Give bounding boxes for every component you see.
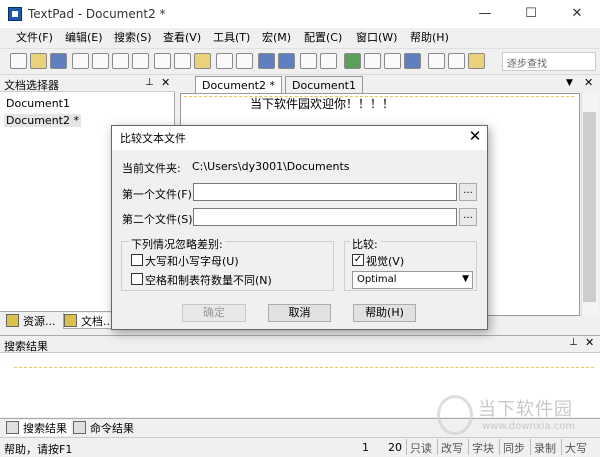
tab-document2[interactable]: Document2 * <box>195 76 282 93</box>
redo-icon[interactable] <box>236 53 253 69</box>
file1-input[interactable] <box>193 183 457 201</box>
pin-results-icon[interactable]: ⊥ <box>569 337 578 348</box>
menu-help[interactable]: 帮助(H) <box>410 30 449 46</box>
word-wrap-icon[interactable] <box>300 53 317 69</box>
menu-view[interactable]: 查看(V) <box>163 30 201 46</box>
print-preview-icon[interactable] <box>112 53 129 69</box>
document-item-1[interactable]: Document1 <box>6 97 70 110</box>
menu-file[interactable]: 文件(F) <box>16 30 53 46</box>
menu-configure[interactable]: 配置(C) <box>304 30 342 46</box>
tab-resources[interactable]: 资源... <box>6 313 56 329</box>
current-folder-label: 当前文件夹: <box>122 162 181 175</box>
open-folder-icon[interactable] <box>30 53 47 69</box>
tab-command-results[interactable]: 命令结果 <box>73 420 134 436</box>
window-title: TextPad - Document2 * <box>28 7 166 21</box>
visual-label: 视觉(V) <box>366 255 405 268</box>
status-readonly: 只读 <box>406 439 435 455</box>
menu-edit[interactable]: 编辑(E) <box>65 30 103 46</box>
browse-file2-button[interactable]: ... <box>459 208 477 226</box>
new-file-icon[interactable] <box>10 53 27 69</box>
status-line: 1 <box>362 441 369 454</box>
menu-tools[interactable]: 工具(T) <box>213 30 250 46</box>
resources-icon <box>6 314 19 327</box>
file1-label: 第一个文件(F): <box>122 188 196 201</box>
incremental-search-input[interactable]: 逐步查找 <box>502 52 596 71</box>
dialog-close-icon[interactable]: ✕ <box>464 126 486 146</box>
save-all-icon[interactable] <box>72 53 89 69</box>
spell-check-icon[interactable] <box>132 53 149 69</box>
minimize-button[interactable]: — <box>462 0 508 28</box>
status-help-text: 帮助，请按F1 <box>4 443 73 456</box>
tab-document1[interactable]: Document1 <box>285 76 363 93</box>
results-guide <box>14 367 594 368</box>
ignore-group-label: 下列情况忽略差别: <box>129 236 225 252</box>
copy-icon[interactable] <box>174 53 191 69</box>
replace-icon[interactable] <box>448 53 465 69</box>
paste-icon[interactable] <box>194 53 211 69</box>
tab-search-results[interactable]: 搜索结果 <box>6 420 71 436</box>
help-button[interactable]: 帮助(H) <box>353 304 416 322</box>
editor-text: 当下软件园欢迎你！！！！ <box>250 97 395 111</box>
watermark-text: 当下软件园 <box>478 399 573 420</box>
print-icon[interactable] <box>92 53 109 69</box>
tab-search-results-label: 搜索结果 <box>23 422 67 435</box>
pin-panel-icon[interactable]: ⊥ <box>145 77 154 88</box>
command-results-icon <box>73 421 86 434</box>
spelling-abc-icon[interactable] <box>364 53 381 69</box>
decrease-indent-icon[interactable] <box>258 53 275 69</box>
close-button[interactable]: ✕ <box>554 0 600 28</box>
textpad-app-icon[interactable] <box>8 7 22 21</box>
compare-group-label: 比较: <box>350 236 380 252</box>
tab-resources-label: 资源... <box>23 315 56 328</box>
ignore-case-label: 大写和小写字母(U) <box>145 255 239 268</box>
close-tab-icon[interactable]: ✕ <box>584 76 593 89</box>
chevron-down-icon: ▼ <box>462 274 469 284</box>
search-results-icon <box>6 421 19 434</box>
status-block: 字块 <box>468 439 497 455</box>
tab-command-results-label: 命令结果 <box>90 422 134 435</box>
file2-input[interactable] <box>193 208 457 226</box>
search-results-title: 搜索结果 <box>0 335 600 353</box>
ignore-whitespace-label: 空格和制表符数量不同(N) <box>145 274 272 287</box>
browse-file1-button[interactable]: ... <box>459 183 477 201</box>
close-results-icon[interactable]: ✕ <box>585 336 594 349</box>
visual-checkbox[interactable]: ✓ <box>352 254 364 266</box>
paragraph-mark-icon[interactable] <box>320 53 337 69</box>
ok-button[interactable]: 确定 <box>182 304 246 322</box>
maximize-button[interactable]: ☐ <box>508 0 554 28</box>
web-browser-icon[interactable] <box>344 53 361 69</box>
document-item-2[interactable]: Document2 * <box>4 114 81 127</box>
watermark-logo <box>437 395 473 435</box>
tab-list-chevron-icon[interactable]: ▼ <box>566 78 573 88</box>
menu-window[interactable]: 窗口(W) <box>356 30 397 46</box>
increase-indent-icon[interactable] <box>278 53 295 69</box>
close-panel-icon[interactable]: ✕ <box>161 76 170 89</box>
status-sync: 同步 <box>499 439 528 455</box>
sort-icon[interactable] <box>384 53 401 69</box>
status-overwrite: 改写 <box>437 439 466 455</box>
pin-icon[interactable] <box>468 53 485 69</box>
compare-mode-select[interactable]: Optimal ▼ <box>352 271 473 289</box>
ignore-whitespace-checkbox[interactable] <box>131 273 143 285</box>
menu-search[interactable]: 搜索(S) <box>114 30 152 46</box>
status-record: 录制 <box>530 439 559 455</box>
documents-icon <box>64 314 77 327</box>
file2-label: 第二个文件(S): <box>122 213 197 226</box>
ignore-case-checkbox[interactable] <box>131 254 143 266</box>
dialog-title: 比较文本文件 <box>120 132 186 145</box>
current-folder-path: C:\Users\dy3001\Documents <box>192 160 350 173</box>
menu-macro[interactable]: 宏(M) <box>262 30 291 46</box>
compare-mode-value: Optimal <box>357 274 397 285</box>
find-icon[interactable] <box>428 53 445 69</box>
status-caps: 大写 <box>561 439 590 455</box>
cut-icon[interactable] <box>154 53 171 69</box>
tab-documents-label: 文档... <box>81 315 114 328</box>
watermark-url: www.downxia.com <box>482 421 576 432</box>
save-icon[interactable] <box>50 53 67 69</box>
cancel-button[interactable]: 取消 <box>268 304 331 322</box>
status-column: 20 <box>388 441 402 454</box>
compare-files-icon[interactable] <box>404 53 421 69</box>
scrollbar-thumb[interactable] <box>583 112 596 302</box>
undo-icon[interactable] <box>216 53 233 69</box>
